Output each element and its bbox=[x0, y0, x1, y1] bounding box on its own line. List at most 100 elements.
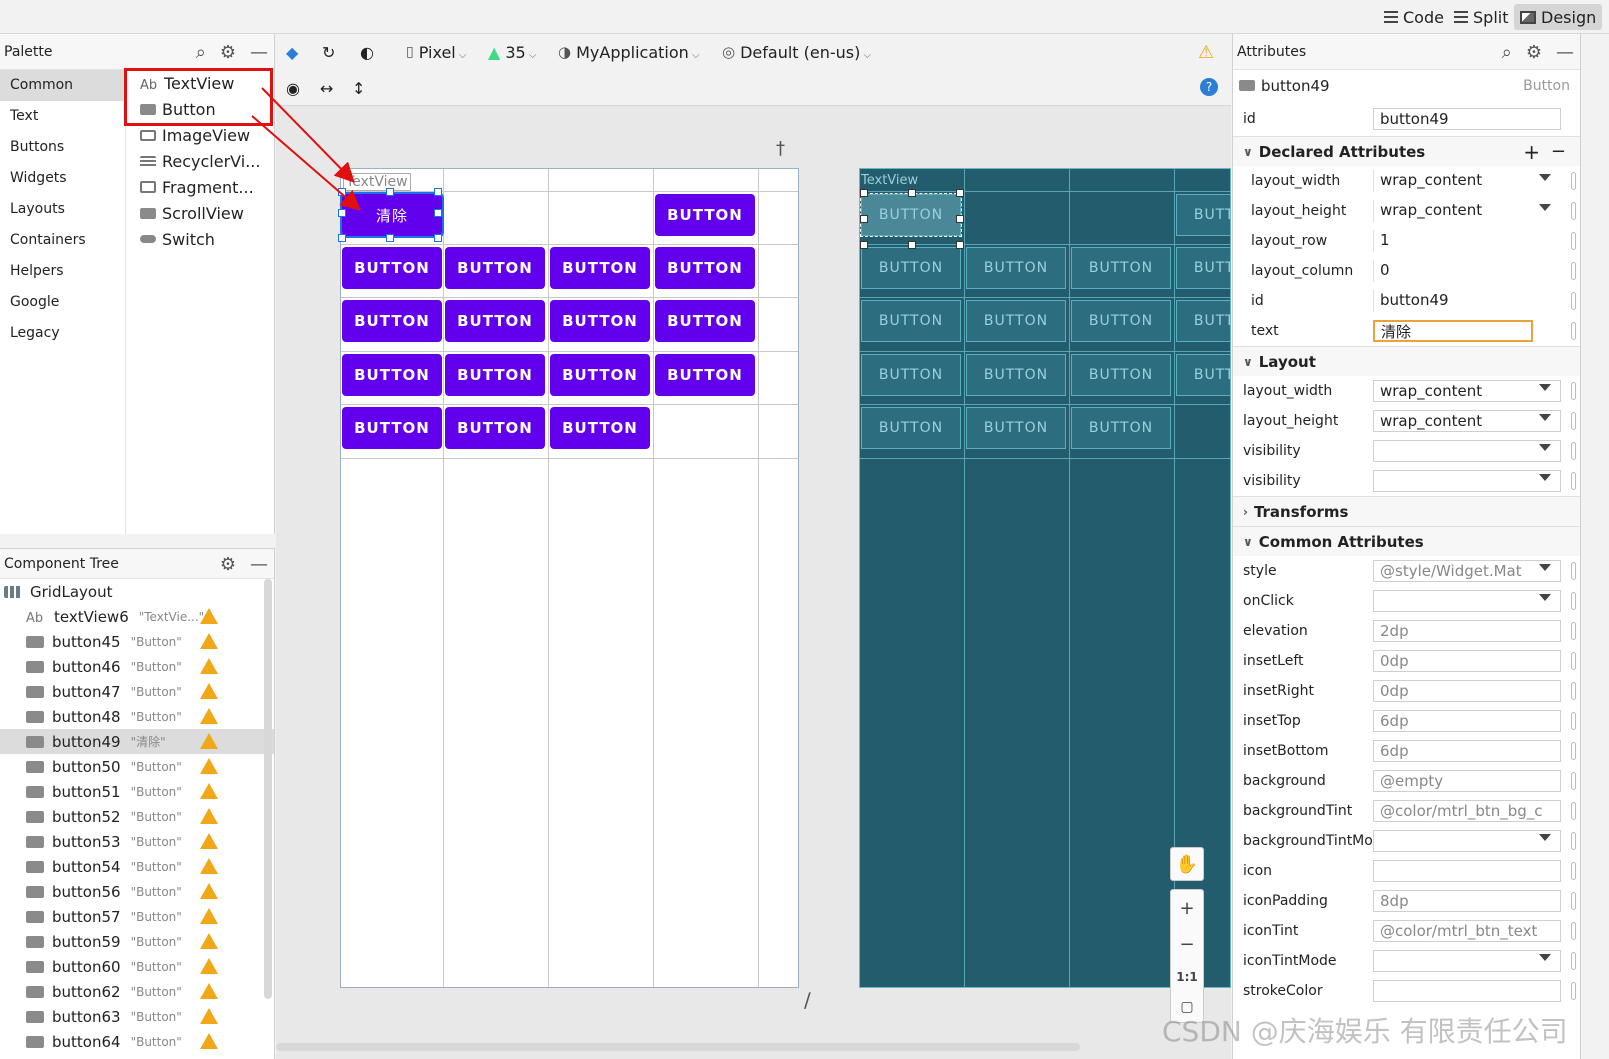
resource-picker[interactable] bbox=[1571, 892, 1576, 910]
transforms-section[interactable]: › Transforms bbox=[1233, 496, 1580, 526]
button-preview[interactable]: BUTTON bbox=[445, 407, 545, 449]
attribute-value[interactable] bbox=[1373, 950, 1561, 972]
code-mode-button[interactable]: Code bbox=[1378, 4, 1450, 30]
tree-item[interactable]: button47 "Button" bbox=[0, 679, 274, 704]
search-icon[interactable]: ⌕ bbox=[1502, 42, 1512, 63]
common-attributes-section[interactable]: ∨ Common Attributes bbox=[1233, 526, 1580, 556]
design-mode-button[interactable]: Design bbox=[1514, 4, 1603, 30]
selection-handle[interactable] bbox=[386, 188, 394, 196]
night-mode-icon[interactable]: ◐ bbox=[360, 42, 374, 62]
pin-icon[interactable]: † bbox=[776, 138, 785, 159]
resource-picker[interactable] bbox=[1571, 562, 1576, 580]
warning-icon[interactable] bbox=[200, 808, 218, 824]
button-blueprint[interactable]: BUTTON bbox=[861, 354, 961, 396]
selection-handle[interactable] bbox=[860, 241, 868, 249]
tree-item[interactable]: Ab textView6 "TextVie..." bbox=[0, 604, 274, 629]
chevron-down-icon[interactable] bbox=[1539, 834, 1551, 841]
button-preview[interactable]: BUTTON bbox=[342, 354, 442, 396]
selection-handle[interactable] bbox=[956, 189, 964, 197]
selection-handle[interactable] bbox=[860, 215, 868, 223]
selection-handle[interactable] bbox=[434, 209, 442, 217]
attribute-value[interactable]: 1 bbox=[1373, 230, 1533, 252]
button-blueprint[interactable]: BUTTON bbox=[1176, 194, 1230, 236]
attribute-value[interactable]: @style/Widget.Mat bbox=[1373, 560, 1561, 582]
warning-icon[interactable] bbox=[200, 683, 218, 699]
textview-blueprint[interactable]: TextView bbox=[861, 173, 918, 188]
button-preview[interactable]: BUTTON bbox=[655, 300, 755, 342]
tree-item[interactable]: button59 "Button" bbox=[0, 929, 274, 954]
layers-icon[interactable]: ◆ bbox=[286, 42, 298, 62]
resource-picker[interactable] bbox=[1571, 682, 1576, 700]
clear-button-preview[interactable]: 清除 bbox=[340, 192, 444, 238]
horizontal-resize-icon[interactable]: ↔ bbox=[320, 78, 333, 98]
tree-item[interactable]: button52 "Button" bbox=[0, 804, 274, 829]
resource-picker[interactable] bbox=[1571, 922, 1576, 940]
attribute-value[interactable]: wrap_content bbox=[1373, 170, 1533, 192]
button-preview[interactable]: BUTTON bbox=[655, 354, 755, 396]
orientation-icon[interactable]: ↻ bbox=[322, 42, 335, 62]
locale-selector[interactable]: ◎ Default (en-us) bbox=[722, 42, 871, 62]
resource-picker[interactable] bbox=[1571, 772, 1576, 790]
add-icon[interactable]: + bbox=[1523, 140, 1540, 164]
selection-handle[interactable] bbox=[908, 189, 916, 197]
gear-icon[interactable]: ⚙ bbox=[220, 42, 236, 63]
category-google[interactable]: Google bbox=[0, 287, 125, 318]
button-preview[interactable]: BUTTON bbox=[342, 407, 442, 449]
attribute-value[interactable]: 6dp bbox=[1373, 710, 1561, 732]
button-preview[interactable]: BUTTON bbox=[342, 247, 442, 289]
tree-item[interactable]: button48 "Button" bbox=[0, 704, 274, 729]
button-blueprint[interactable]: BUTTON bbox=[860, 193, 962, 237]
button-blueprint[interactable]: BUTTON bbox=[1176, 354, 1230, 396]
resource-picker[interactable] bbox=[1571, 382, 1576, 400]
resource-picker[interactable] bbox=[1571, 232, 1576, 250]
attribute-value[interactable]: wrap_content bbox=[1373, 200, 1533, 222]
widget-switch[interactable]: Switch bbox=[126, 226, 275, 252]
button-preview[interactable]: BUTTON bbox=[550, 247, 650, 289]
warning-icon[interactable] bbox=[200, 708, 218, 724]
attribute-value[interactable] bbox=[1373, 440, 1561, 462]
warning-icon[interactable] bbox=[200, 658, 218, 674]
split-mode-button[interactable]: Split bbox=[1448, 4, 1514, 30]
tree-item[interactable]: button51 "Button" bbox=[0, 779, 274, 804]
resource-picker[interactable] bbox=[1571, 742, 1576, 760]
button-preview[interactable]: BUTTON bbox=[550, 407, 650, 449]
warning-icon[interactable] bbox=[200, 1033, 218, 1049]
warning-icon[interactable] bbox=[200, 958, 218, 974]
selection-handle[interactable] bbox=[434, 234, 442, 242]
category-text[interactable]: Text bbox=[0, 101, 125, 132]
warning-icon[interactable] bbox=[200, 933, 218, 949]
widget-fragment[interactable]: Fragment... bbox=[126, 174, 275, 200]
warning-icon[interactable]: ⚠ bbox=[1198, 42, 1214, 63]
zoom-out-icon[interactable]: − bbox=[1179, 934, 1194, 955]
pan-button[interactable]: ✋ bbox=[1170, 847, 1204, 881]
tree-item[interactable]: button54 "Button" bbox=[0, 854, 274, 879]
tree-item[interactable]: button45 "Button" bbox=[0, 629, 274, 654]
horizontal-scrollbar[interactable] bbox=[276, 1043, 1080, 1051]
attribute-value[interactable] bbox=[1373, 980, 1561, 1002]
selection-handle[interactable] bbox=[956, 215, 964, 223]
theme-selector[interactable]: ◑ MyApplication bbox=[558, 42, 700, 62]
button-blueprint[interactable]: BUTTON bbox=[1071, 300, 1171, 342]
attribute-value[interactable] bbox=[1373, 860, 1561, 882]
selection-handle[interactable] bbox=[860, 189, 868, 197]
attribute-value[interactable]: @color/mtrl_btn_text bbox=[1373, 920, 1561, 942]
button-blueprint[interactable]: BUTTON bbox=[966, 300, 1066, 342]
minimize-icon[interactable]: — bbox=[1556, 42, 1574, 63]
button-blueprint[interactable]: BUTTON bbox=[966, 354, 1066, 396]
resource-picker[interactable] bbox=[1571, 172, 1576, 190]
zoom-in-icon[interactable]: + bbox=[1179, 898, 1194, 919]
chevron-down-icon[interactable] bbox=[1539, 384, 1551, 391]
resize-handle-icon[interactable]: ∕ bbox=[804, 988, 811, 1012]
attribute-value[interactable] bbox=[1373, 590, 1561, 612]
warning-icon[interactable] bbox=[200, 833, 218, 849]
category-common[interactable]: Common bbox=[0, 70, 125, 101]
resource-picker[interactable] bbox=[1571, 862, 1576, 880]
button-preview[interactable]: BUTTON bbox=[550, 300, 650, 342]
resource-picker[interactable] bbox=[1571, 442, 1576, 460]
tree-item[interactable]: button57 "Button" bbox=[0, 904, 274, 929]
attribute-value[interactable]: 0dp bbox=[1373, 680, 1561, 702]
attribute-value[interactable]: 6dp bbox=[1373, 740, 1561, 762]
button-blueprint[interactable]: BUTTON bbox=[966, 407, 1066, 449]
category-buttons[interactable]: Buttons bbox=[0, 132, 125, 163]
tree-item[interactable]: button62 "Button" bbox=[0, 979, 274, 1004]
